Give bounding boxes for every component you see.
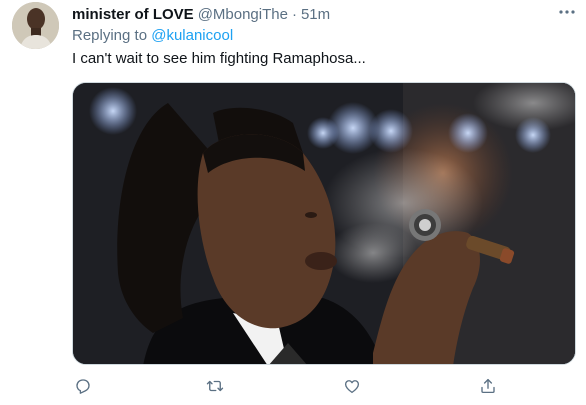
share-button[interactable] [477,375,499,397]
more-horizontal-icon[interactable] [556,4,578,20]
timestamp[interactable]: 51m [301,6,330,23]
avatar[interactable] [12,2,59,49]
user-handle[interactable]: @MbongiThe [198,6,288,23]
like-button[interactable] [341,375,363,397]
photo-illustration [73,83,575,364]
replying-to: Replying to @kulanicool [72,27,233,44]
retweet-button[interactable] [204,375,226,397]
tweet-actions [72,375,512,397]
tweet-header: minister of LOVE @MbongiThe · 51m [72,4,330,24]
tweet[interactable]: minister of LOVE @MbongiThe · 51m Replyi… [0,0,586,405]
reply-icon [76,379,90,394]
tweet-text: I can't wait to see him fighting Ramapho… [72,50,366,67]
reply-button[interactable] [72,375,94,397]
display-name[interactable]: minister of LOVE [72,6,194,23]
separator-dot: · [291,5,297,23]
replying-to-mention[interactable]: @kulanicool [151,27,233,44]
retweet-icon [206,380,224,392]
tweet-photo[interactable] [72,82,576,365]
share-icon [481,378,495,394]
heart-icon [344,380,360,394]
replying-to-label: Replying to [72,27,148,44]
